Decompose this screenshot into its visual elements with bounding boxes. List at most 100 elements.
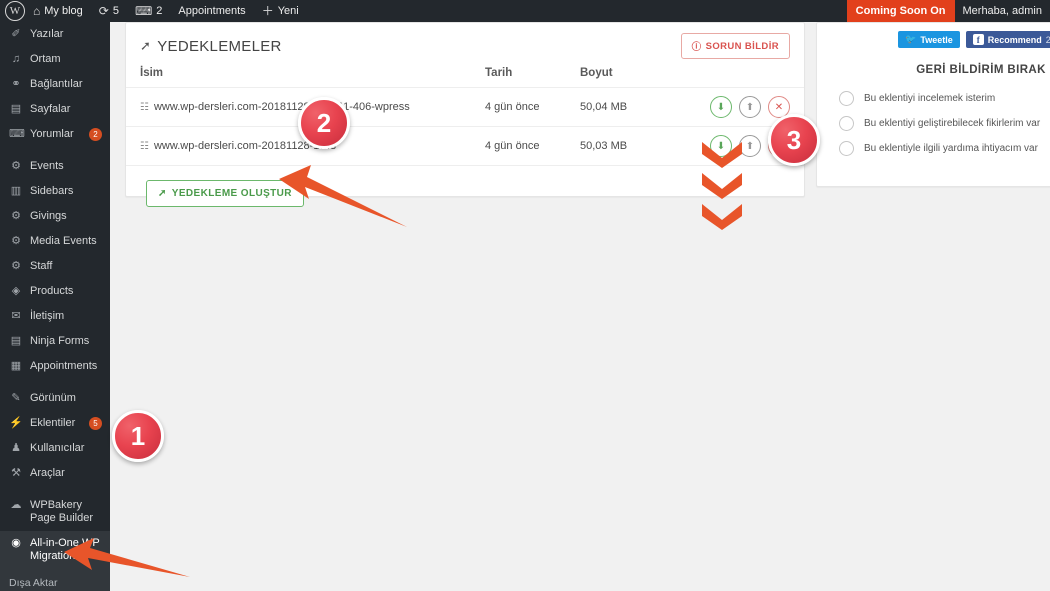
wpbakery-icon: ☁	[10, 499, 22, 511]
sidebar-item-sidebars[interactable]: ▥ Sidebars	[0, 179, 110, 204]
file-icon: ☷	[140, 140, 149, 152]
download-icon[interactable]: ⬇	[710, 96, 732, 118]
sidebar-item-ortam[interactable]: ♫ Ortam	[0, 47, 110, 72]
appearance-icon: ✎	[11, 392, 21, 404]
create-backup-label: YEDEKLEME OLUŞTUR	[171, 188, 292, 199]
facebook-recommend-count: 2K	[1045, 34, 1050, 45]
sidebar-item-label: Sayfalar	[30, 103, 71, 115]
forms-icon: ▤	[10, 335, 22, 347]
admin-bar-appointments-label: Appointments	[178, 5, 246, 17]
sidebar-item-label: Appointments	[30, 360, 98, 372]
products-icon: ◈	[11, 285, 21, 297]
feedback-panel: 🐦 Tweetle f Recommend 2K GERİ BİLDİRİM B…	[816, 22, 1050, 187]
refresh-icon: ⟳	[98, 4, 109, 18]
social-buttons: 🐦 Tweetle f Recommend 2K	[817, 23, 1050, 50]
sidebar-item-i-leti-im[interactable]: ✉ İletişim	[0, 304, 110, 329]
sidebar-item-label: Events	[30, 160, 64, 172]
chevron-down-icon	[702, 142, 742, 168]
chevron-down-icon	[702, 173, 742, 199]
sidebar-menu: ✐ Yazılar ♫ Ortam ⚭ Bağlantılar ▤ Sayfalar ⌨ Yoru…	[0, 22, 110, 569]
report-issue-button[interactable]: ⓘ SORUN BİLDİR	[680, 33, 790, 59]
sidebar-item-ara-lar[interactable]: ⚒ Araçlar	[0, 461, 110, 486]
admin-bar-item-appointments[interactable]: Appointments	[170, 0, 253, 22]
admin-bar-item-updates[interactable]: ⟳ 5	[91, 0, 127, 22]
sidebars-icon: ▥	[10, 185, 22, 197]
annotation-arrow-create-backup	[279, 165, 407, 227]
sidebar-item-g-r-n-m[interactable]: ✎ Görünüm	[0, 386, 110, 411]
admin-bar-item-my-blog[interactable]: ⌂ My blog	[25, 0, 91, 22]
restore-icon[interactable]: ⬆	[739, 96, 761, 118]
feedback-option-label: Bu eklentiyi geliştirebilecek fikirlerim…	[864, 118, 1041, 129]
page-title: ➚ YEDEKLEMELER	[140, 38, 282, 55]
admin-bar-updates-count: 5	[112, 5, 119, 17]
comment-icon: ⌨	[134, 4, 153, 18]
backups-table-head: İsim Tarih Boyut	[126, 65, 804, 88]
sidebar-item-label: WPBakery Page Builder	[30, 499, 93, 524]
sidebar-item-label: Yazılar	[30, 28, 64, 40]
step-badge-2: 2	[298, 97, 350, 149]
radio-button[interactable]	[839, 91, 854, 106]
feedback-option-1[interactable]: Bu eklentiyi incelemek isterim	[817, 86, 1050, 111]
feedback-option-2[interactable]: Bu eklentiyi geliştirebilecek fikirlerim…	[817, 111, 1050, 136]
facebook-recommend-label: Recommend	[987, 34, 1042, 45]
sidebar-item-ninja-forms[interactable]: ▤ Ninja Forms	[0, 329, 110, 354]
tools-icon: ⚒	[11, 467, 21, 479]
file-icon: ☷	[140, 101, 149, 113]
sidebar-item-yaz-lar[interactable]: ✐ Yazılar	[0, 22, 110, 47]
sidebar-item-sayfalar[interactable]: ▤ Sayfalar	[0, 97, 110, 122]
sidebar-separator	[0, 486, 110, 493]
media-events-icon: ⚙	[11, 235, 21, 247]
sidebar-separator	[0, 379, 110, 386]
sidebar-item-yorumlar[interactable]: ⌨ Yorumlar 2	[0, 122, 110, 147]
coming-soon-badge[interactable]: Coming Soon On	[846, 0, 955, 22]
sidebar-item-label: Media Events	[30, 235, 97, 247]
facebook-recommend-button[interactable]: f Recommend 2K	[965, 31, 1050, 48]
page-icon: ▤	[10, 103, 22, 115]
sidebar-item-appointments[interactable]: ▦ Appointments	[0, 354, 110, 379]
tweet-button[interactable]: 🐦 Tweetle	[898, 31, 960, 48]
wordpress-icon[interactable]	[5, 1, 25, 21]
sidebar-item-label: Bağlantılar	[30, 78, 83, 90]
givings-icon: ⚙	[11, 210, 21, 222]
sidebar-item-label: Sidebars	[30, 185, 74, 197]
sidebar-item-wpbakery-page-builder[interactable]: ☁ WPBakery Page Builder	[0, 493, 110, 531]
sidebar-item-kullan-c-lar[interactable]: ♟ Kullanıcılar	[0, 436, 110, 461]
events-icon: ⚙	[11, 160, 21, 172]
radio-button[interactable]	[839, 116, 854, 131]
sidebar-item-staff[interactable]: ⚙ Staff	[0, 254, 110, 279]
media-icon: ♫	[11, 53, 21, 65]
feedback-option-3[interactable]: Bu eklentiyle ilgili yardıma ihtiyacım v…	[817, 136, 1050, 161]
home-icon: ⌂	[33, 4, 41, 18]
sidebar-item-label: Ninja Forms	[30, 335, 90, 347]
sidebar-item-label: Ortam	[30, 53, 61, 65]
cell-size: 50,03 MB	[574, 126, 694, 166]
sidebar-item-label: Araçlar	[30, 467, 65, 479]
comment-icon: ⌨	[9, 128, 25, 140]
sidebar-separator	[0, 147, 110, 154]
feedback-title: GERİ BİLDİRİM BIRAK	[916, 64, 1046, 76]
backups-panel-header: ➚ YEDEKLEMELER ⓘ SORUN BİLDİR	[126, 23, 804, 65]
sidebar-item-media-events[interactable]: ⚙ Media Events	[0, 229, 110, 254]
sidebar-item-label: Görünüm	[30, 392, 76, 404]
cell-date: 4 gün önce	[479, 126, 574, 166]
feedback-option-label: Bu eklentiyle ilgili yardıma ihtiyacım v…	[864, 143, 1038, 154]
page-title-text: YEDEKLEMELER	[157, 37, 282, 55]
feedback-option-label: Bu eklentiyi incelemek isterim	[864, 93, 996, 104]
export-icon: ➚	[140, 38, 152, 53]
admin-bar-item-new[interactable]: ＋ Yeni	[254, 0, 307, 22]
admin-bar-account[interactable]: Merhaba, admin	[955, 0, 1050, 22]
sidebar-item-ba-lant-lar[interactable]: ⚭ Bağlantılar	[0, 72, 110, 97]
sidebar-item-givings[interactable]: ⚙ Givings	[0, 204, 110, 229]
admin-bar: ⌂ My blog ⟳ 5 ⌨ 2 Appointments ＋ Yeni Co…	[0, 0, 1050, 22]
sidebar-item-badge: 5	[89, 417, 102, 430]
radio-button[interactable]	[839, 141, 854, 156]
sidebar-item-label: Yorumlar	[30, 128, 74, 140]
sidebar-item-products[interactable]: ◈ Products	[0, 279, 110, 304]
admin-bar-new-label: Yeni	[277, 5, 299, 17]
sidebar-item-label: Kullanıcılar	[30, 442, 85, 454]
admin-bar-my-blog-label: My blog	[44, 5, 83, 17]
admin-bar-item-comments[interactable]: ⌨ 2	[127, 0, 170, 22]
warning-icon: ⓘ	[691, 42, 702, 53]
sidebar-item-events[interactable]: ⚙ Events	[0, 154, 110, 179]
sidebar-item-eklentiler[interactable]: ⚡ Eklentiler 5	[0, 411, 110, 436]
